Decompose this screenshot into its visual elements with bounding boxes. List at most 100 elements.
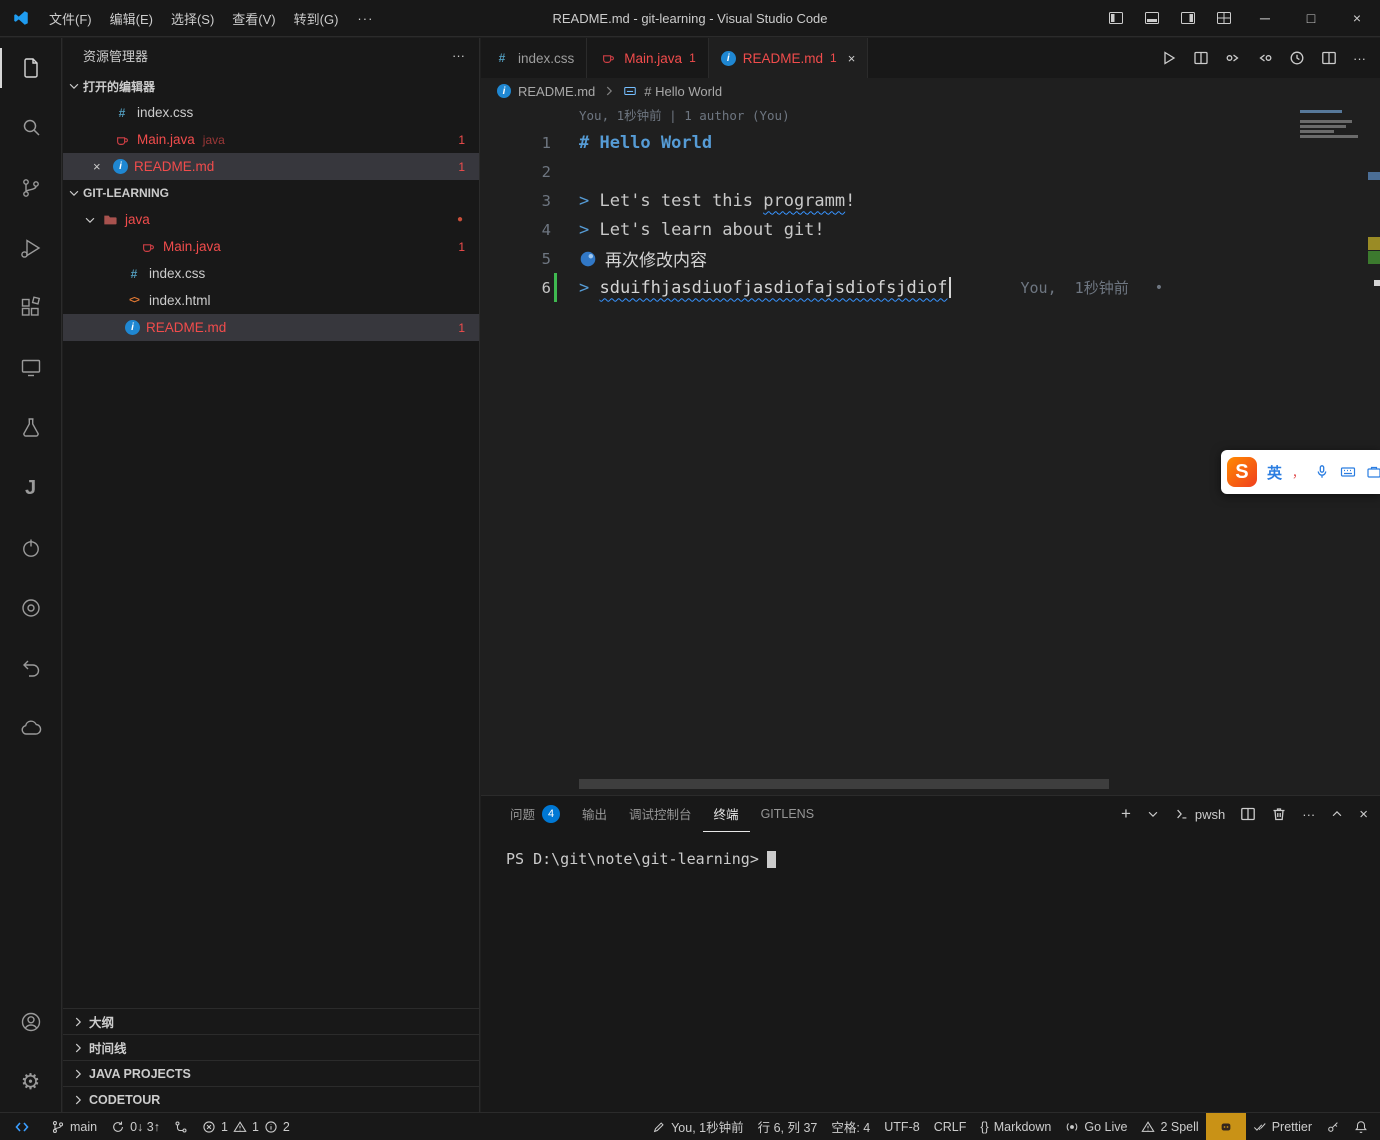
tab-debug-console[interactable]: 调试控制台 (618, 796, 703, 832)
java-console-icon[interactable]: J (0, 458, 61, 518)
accounts-icon[interactable] (0, 992, 61, 1052)
eol-item[interactable]: CRLF (927, 1113, 974, 1140)
close-button[interactable]: × (1334, 0, 1380, 36)
open-editor-readme-md[interactable]: × i README.md 1 (63, 153, 479, 180)
tunnel-key-item[interactable] (1319, 1113, 1347, 1140)
go-live-item[interactable]: Go Live (1058, 1113, 1134, 1140)
tab-gitlens[interactable]: GITLENS (750, 796, 826, 832)
toggle-secondary-sidebar-icon[interactable] (1170, 0, 1206, 36)
code-line[interactable]: 5 再次修改内容 (481, 244, 1380, 273)
indentation-item[interactable]: 空格: 4 (824, 1113, 877, 1140)
tab-problems[interactable]: 问题 4 (499, 796, 571, 832)
terminal[interactable]: PS D:\git\note\git-learning> (481, 832, 1380, 1112)
tree-file-index-html[interactable]: <> index.html (63, 287, 479, 314)
run-icon[interactable] (1161, 50, 1177, 66)
problems-item[interactable]: 1 1 2 (195, 1113, 297, 1140)
cursor-position-item[interactable]: 行 6, 列 37 (751, 1113, 825, 1140)
panel-more-icon[interactable]: ··· (1302, 807, 1315, 822)
language-mode-item[interactable]: {} Markdown (973, 1113, 1058, 1140)
kill-terminal-icon[interactable] (1271, 806, 1287, 822)
extensions-icon[interactable] (0, 278, 61, 338)
search-icon[interactable] (0, 98, 61, 158)
breadcrumb-symbol[interactable]: # Hello World (644, 84, 722, 99)
microphone-icon[interactable] (1314, 464, 1330, 480)
code-line[interactable]: 2 (481, 157, 1380, 186)
remote-explorer-icon[interactable] (0, 338, 61, 398)
menu-selection[interactable]: 选择(S) (162, 5, 223, 32)
tree-file-index-css[interactable]: # index.css (63, 260, 479, 287)
previous-change-icon[interactable] (1257, 50, 1273, 66)
customize-layout-icon[interactable] (1206, 0, 1242, 36)
remote-indicator-icon[interactable] (0, 1113, 44, 1140)
git-graph-item[interactable] (167, 1113, 195, 1140)
horizontal-scrollbar[interactable] (579, 779, 1109, 789)
editor-more-icon[interactable]: ··· (1353, 51, 1366, 66)
open-editor-index-css[interactable]: # index.css (63, 99, 479, 126)
maximize-button[interactable]: □ (1288, 0, 1334, 36)
tab-index-css[interactable]: # index.css (481, 38, 587, 78)
section-timeline[interactable]: 时间线 (63, 1034, 479, 1060)
split-editor-icon[interactable] (1321, 50, 1337, 66)
maximize-panel-icon[interactable] (1330, 807, 1344, 821)
run-debug-icon[interactable] (0, 218, 61, 278)
section-outline[interactable]: 大纲 (63, 1008, 479, 1034)
keyboard-icon[interactable] (1340, 464, 1356, 480)
tree-file-main-java[interactable]: Main.java 1 (63, 233, 479, 260)
explorer-icon[interactable] (0, 38, 61, 98)
minimize-button[interactable]: ─ (1242, 0, 1288, 36)
section-codetour[interactable]: CODETOUR (63, 1086, 479, 1112)
blame-item[interactable]: You, 1秒钟前 (645, 1113, 751, 1140)
testing-icon[interactable] (0, 398, 61, 458)
menu-more-icon[interactable]: ··· (347, 7, 383, 30)
close-panel-icon[interactable]: × (1359, 806, 1368, 823)
power-tools-icon[interactable] (0, 518, 61, 578)
minimap[interactable] (1300, 108, 1364, 140)
settings-gear-icon[interactable]: ⚙ (0, 1052, 61, 1112)
menu-file[interactable]: 文件(F) (40, 5, 101, 32)
cloud-tools-icon[interactable] (0, 698, 61, 758)
spell-checker-item[interactable]: 2 Spell (1134, 1113, 1205, 1140)
code-line[interactable]: 3 > Let's test this programm! (481, 186, 1380, 215)
sogou-logo-icon[interactable]: S (1227, 457, 1257, 487)
toggle-panel-icon[interactable] (1134, 0, 1170, 36)
tree-folder-java[interactable]: java ● (63, 206, 479, 233)
code-line-active[interactable]: 6 > sduifhjasdiuofjasdiofajsdiofsjdiofYo… (481, 273, 1380, 302)
git-sync-item[interactable]: 0↓ 3↑ (104, 1113, 167, 1140)
tab-main-java[interactable]: Main.java 1 (587, 38, 708, 78)
close-icon[interactable]: × (848, 51, 856, 66)
code-line[interactable]: 1 # Hello World (481, 128, 1380, 157)
prettier-item[interactable]: Prettier (1246, 1113, 1319, 1140)
tab-output[interactable]: 输出 (571, 796, 618, 832)
split-terminal-icon[interactable] (1240, 806, 1256, 822)
breadcrumb-file[interactable]: README.md (518, 84, 595, 99)
record-icon[interactable] (0, 578, 61, 638)
toggle-sidebar-icon[interactable] (1098, 0, 1134, 36)
open-editors-header[interactable]: 打开的编辑器 (63, 73, 479, 99)
close-icon[interactable]: × (93, 159, 113, 174)
ime-punctuation-toggle[interactable]: ， (1292, 464, 1304, 481)
notifications-item[interactable] (1347, 1113, 1380, 1140)
open-editor-main-java[interactable]: Main.java java 1 (63, 126, 479, 153)
source-control-icon[interactable] (0, 158, 61, 218)
gitlens-authors-codelens[interactable]: You, 1秒钟前 | 1 author (You) (481, 104, 1380, 128)
tree-file-readme-md[interactable]: i README.md 1 (63, 314, 479, 341)
section-java-projects[interactable]: JAVA PROJECTS (63, 1060, 479, 1086)
extension-status-badge[interactable] (1206, 1113, 1246, 1140)
timeline-history-icon[interactable] (1289, 50, 1305, 66)
ime-language-toggle[interactable]: 英 (1267, 462, 1282, 483)
code-line[interactable]: 4 > Let's learn about git! (481, 215, 1380, 244)
project-root-header[interactable]: GIT-LEARNING (63, 180, 479, 206)
terminal-profile[interactable]: pwsh (1175, 807, 1225, 822)
undo-history-icon[interactable] (0, 638, 61, 698)
tab-readme-md[interactable]: i README.md 1 × (709, 38, 869, 78)
menu-edit[interactable]: 编辑(E) (101, 5, 162, 32)
tab-terminal[interactable]: 终端 (703, 796, 750, 832)
git-branch-item[interactable]: main (44, 1113, 104, 1140)
new-terminal-icon[interactable]: + (1121, 804, 1131, 824)
sidebar-more-icon[interactable]: ··· (452, 48, 465, 63)
open-preview-icon[interactable] (1193, 50, 1209, 66)
menu-view[interactable]: 查看(V) (223, 5, 284, 32)
toolbox-icon[interactable] (1366, 464, 1380, 480)
terminal-dropdown-icon[interactable] (1146, 807, 1160, 821)
menu-goto[interactable]: 转到(G) (285, 5, 348, 32)
